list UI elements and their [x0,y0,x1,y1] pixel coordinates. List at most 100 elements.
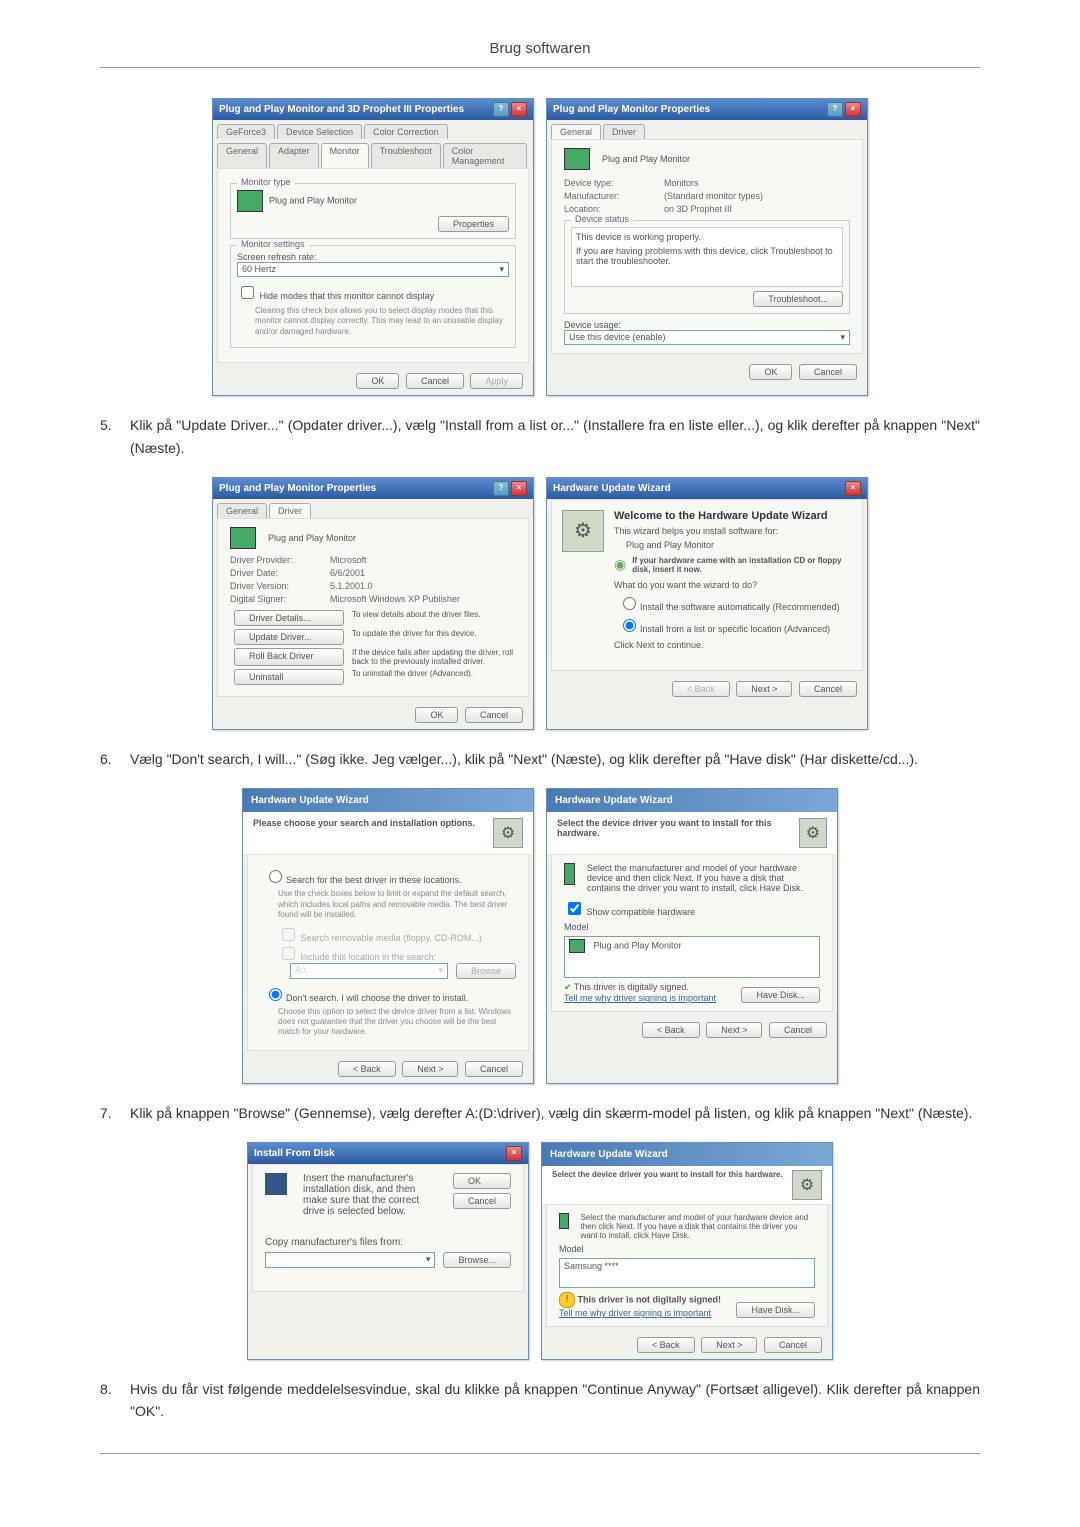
cancel-button[interactable]: Cancel [764,1337,822,1353]
group-title: Monitor type [237,177,295,187]
next-button[interactable]: Next > [736,681,792,697]
instruction-text: Select the manufacturer and model of you… [581,1213,815,1240]
back-button[interactable]: < Back [338,1061,396,1077]
cancel-button[interactable]: Cancel [465,1061,523,1077]
tab-geforce3[interactable]: GeForce3 [217,124,275,139]
button-desc: If the device fails after updating the d… [352,648,516,666]
troubleshoot-button[interactable]: Troubleshoot... [753,291,843,307]
cancel-button[interactable]: Cancel [465,707,523,723]
help-icon[interactable]: ? [493,481,509,496]
model-label: Model [564,922,820,932]
page-title: Brug softwaren [100,40,980,57]
next-button[interactable]: Next > [706,1022,762,1038]
tab-general[interactable]: General [217,143,267,168]
monitor-icon [564,148,590,170]
apply-button[interactable]: Apply [470,373,523,389]
help-icon[interactable]: ? [827,102,843,117]
model-listbox[interactable]: Plug and Play Monitor [564,936,820,978]
back-button[interactable]: < Back [637,1337,695,1353]
help-text: Clearing this check box allows you to se… [255,306,509,337]
back-button[interactable]: < Back [642,1022,700,1038]
tab-driver[interactable]: Driver [603,124,645,139]
close-icon[interactable]: × [845,102,861,117]
tab-troubleshoot[interactable]: Troubleshoot [371,143,441,168]
instruction-text: Select the manufacturer and model of you… [587,863,820,893]
tab-general[interactable]: General [551,124,601,139]
cancel-button[interactable]: Cancel [769,1022,827,1038]
device-usage-dropdown[interactable]: Use this device (enable)▾ [564,330,850,345]
next-button[interactable]: Next > [701,1337,757,1353]
have-disk-button[interactable]: Have Disk... [741,987,820,1003]
ok-button[interactable]: OK [453,1173,511,1189]
tab-color-correction[interactable]: Color Correction [364,124,448,139]
tab-adapter[interactable]: Adapter [269,143,319,168]
install-from-list-radio[interactable] [623,619,636,632]
include-location-checkbox [282,947,295,960]
monitor-icon [230,527,256,549]
dialog-title: Hardware Update Wizard [251,795,369,806]
model-listbox[interactable]: Samsung **** [559,1258,815,1288]
signing-info-link[interactable]: Tell me why driver signing is important [564,993,716,1003]
list-item[interactable]: Plug and Play Monitor [594,941,682,951]
back-button[interactable]: < Back [672,681,730,697]
properties-button[interactable]: Properties [438,216,509,232]
removable-media-checkbox [282,928,295,941]
ok-button[interactable]: OK [749,364,792,380]
field-value: Microsoft [330,555,516,565]
step-text: Klik på "Update Driver..." (Opdater driv… [130,414,980,459]
wizard-subtext: This wizard helps you install software f… [614,526,852,536]
close-icon[interactable]: × [506,1146,522,1161]
hide-modes-checkbox[interactable] [241,286,254,299]
field-label: Driver Version: [230,581,330,591]
ok-button[interactable]: OK [415,707,458,723]
uninstall-button[interactable]: Uninstall [234,669,344,685]
next-button[interactable]: Next > [402,1061,458,1077]
screenshot-row-3: Hardware Update Wizard Please choose you… [100,788,980,1083]
wizard-icon: ⚙ [799,818,827,848]
device-name: Plug and Play Monitor [626,540,852,550]
close-icon[interactable]: × [511,481,527,496]
compatible-hardware-checkbox[interactable] [568,902,581,915]
tab-color-management[interactable]: Color Management [443,143,527,168]
wizard-select-driver-dialog-2: Hardware Update Wizard Select the device… [541,1142,833,1360]
signed-icon: ✔ [564,982,572,992]
browse-button[interactable]: Browse... [443,1252,511,1268]
close-icon[interactable]: × [845,481,861,496]
cancel-button[interactable]: Cancel [799,681,857,697]
close-icon[interactable]: × [511,102,527,117]
checkbox-label: Show compatible hardware [587,907,696,917]
search-locations-radio[interactable] [269,870,282,883]
warning-icon: ! [559,1292,575,1308]
device-name: Plug and Play Monitor [602,154,690,164]
install-auto-radio[interactable] [623,597,636,610]
tab-general[interactable]: General [217,503,267,518]
dialog-title: Install From Disk [254,1148,335,1159]
cancel-button[interactable]: Cancel [406,373,464,389]
chevron-down-icon: ▾ [426,1254,431,1266]
roll-back-driver-button[interactable]: Roll Back Driver [234,648,344,666]
signing-info-link[interactable]: Tell me why driver signing is important [559,1308,721,1318]
tab-monitor[interactable]: Monitor [321,143,369,168]
field-label: Location: [564,204,664,214]
dont-search-radio[interactable] [269,988,282,1001]
checkbox-label: Search removable media (floppy, CD-ROM..… [301,933,482,943]
floppy-icon [265,1173,287,1195]
help-icon[interactable]: ? [493,102,509,117]
driver-details-button[interactable]: Driver Details... [234,610,344,626]
list-item[interactable]: Samsung **** [564,1261,619,1271]
refresh-rate-dropdown[interactable]: 60 Hertz▾ [237,262,509,277]
update-driver-button[interactable]: Update Driver... [234,629,344,645]
tab-driver[interactable]: Driver [269,503,311,518]
wizard-search-options-dialog: Hardware Update Wizard Please choose you… [242,788,534,1083]
cancel-button[interactable]: Cancel [799,364,857,380]
ok-button[interactable]: OK [356,373,399,389]
have-disk-button[interactable]: Have Disk... [736,1302,815,1318]
cancel-button[interactable]: Cancel [453,1193,511,1209]
path-dropdown[interactable]: ▾ [265,1252,435,1268]
field-value: Monitors [664,178,850,188]
group-title: Monitor settings [237,239,309,249]
copy-from-label: Copy manufacturer's files from: [265,1237,511,1248]
display-properties-dialog: Plug and Play Monitor and 3D Prophet III… [212,98,534,396]
refresh-rate-label: Screen refresh rate: [237,252,509,262]
tab-device-selection[interactable]: Device Selection [277,124,362,139]
